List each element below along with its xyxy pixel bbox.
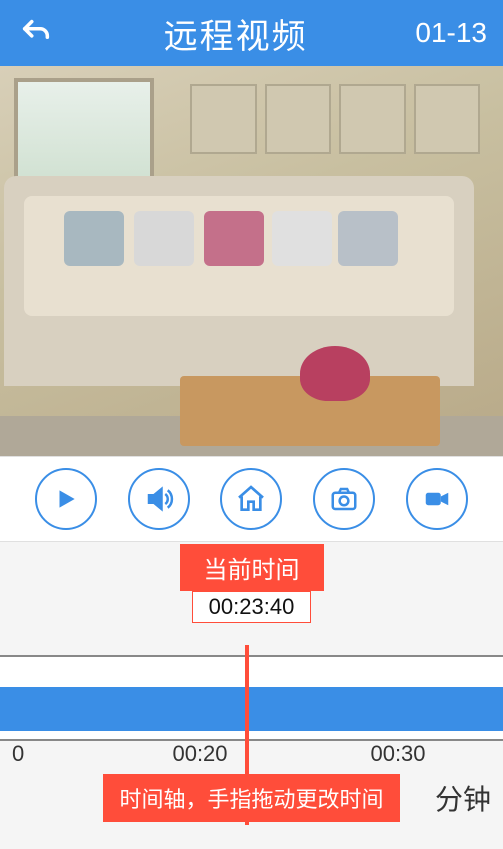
hint-row: 时间轴，手指拖动更改时间 分钟 xyxy=(0,774,503,822)
timeline-unit: 分钟 xyxy=(435,778,491,818)
scene-couch xyxy=(4,176,474,386)
video-button[interactable] xyxy=(406,468,468,530)
back-button[interactable] xyxy=(16,13,56,53)
video-feed[interactable] xyxy=(0,66,503,456)
scene-vase xyxy=(300,346,370,401)
current-time-label: 当前时间 xyxy=(180,544,324,591)
timeline-tick: 0 xyxy=(12,741,24,767)
timeline-hint: 时间轴，手指拖动更改时间 xyxy=(103,774,399,822)
camera-button[interactable] xyxy=(313,468,375,530)
sound-button[interactable] xyxy=(128,468,190,530)
current-time: 当前时间 00:23:40 xyxy=(0,544,503,623)
header-date: 01-13 xyxy=(415,17,487,49)
current-time-value: 00:23:40 xyxy=(192,591,312,623)
page-title: 远程视频 xyxy=(56,9,415,58)
control-bar xyxy=(0,456,503,542)
timeline-fill xyxy=(0,687,503,731)
header-bar: 远程视频 01-13 xyxy=(0,0,503,66)
timeline-track[interactable] xyxy=(0,655,503,741)
play-button[interactable] xyxy=(35,468,97,530)
timeline-tick: 00:20 xyxy=(172,741,227,767)
timeline-tick: 00:30 xyxy=(370,741,425,767)
scene-art xyxy=(190,84,480,154)
home-button[interactable] xyxy=(220,468,282,530)
timeline[interactable]: 0 00:20 00:30 xyxy=(0,645,503,795)
